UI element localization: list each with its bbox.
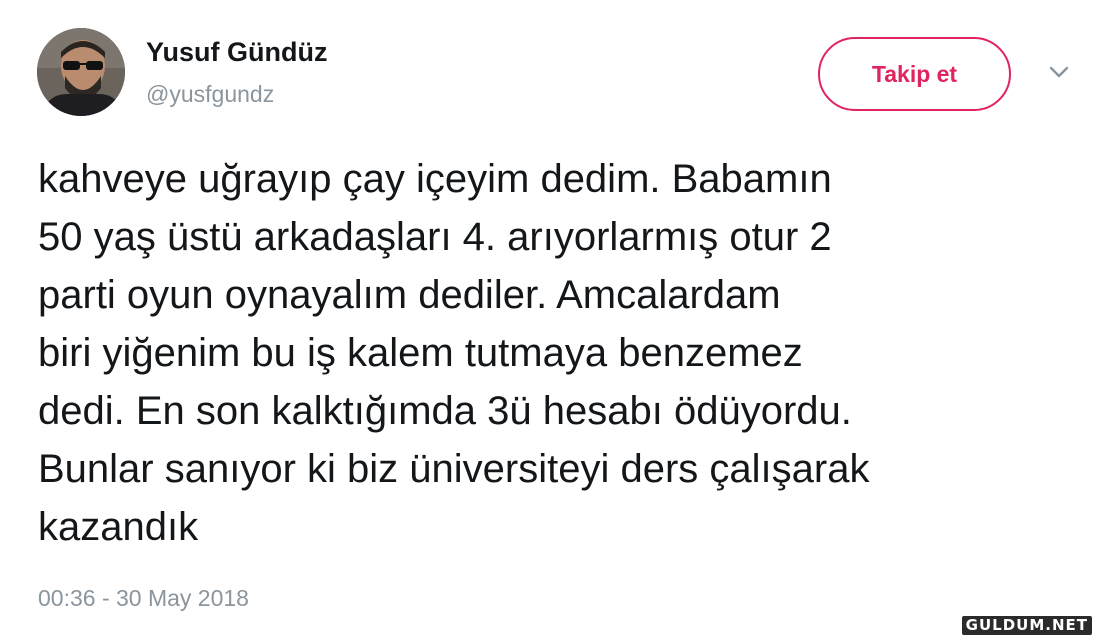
tweet-text-line: Bunlar sanıyor ki biz üniversiteyi ders …	[38, 447, 870, 491]
user-handle[interactable]: @yusfgundz	[146, 80, 274, 108]
avatar[interactable]	[37, 28, 125, 116]
tweet-text-line: biri yiğenim bu iş kalem tutmaya benzeme…	[38, 331, 803, 375]
tweet-card: Yusuf Gündüz @yusfgundz Takip et kahveye…	[0, 0, 1100, 637]
tweet-text-line: kahveye uğrayıp çay içeyim dedim. Babamı…	[38, 157, 832, 201]
tweet-text-line: 50 yaş üstü arkadaşları 4. arıyorlarmış …	[38, 215, 832, 259]
watermark: GULDUM.NET	[961, 616, 1092, 635]
follow-button[interactable]: Takip et	[818, 37, 1011, 111]
tweet-text-line: dedi. En son kalktığımda 3ü hesabı ödüyo…	[38, 389, 852, 433]
avatar-image	[37, 28, 125, 116]
tweet-timestamp[interactable]: 00:36 - 30 May 2018	[38, 583, 249, 613]
chevron-down-icon[interactable]	[1046, 62, 1072, 82]
tweet-text-line: kazandık	[38, 505, 199, 549]
tweet-text-line: parti oyun oynayalım dediler. Amcalardam	[38, 273, 781, 317]
tweet-text: kahveye uğrayıp çay içeyim dedim. Babamı…	[38, 150, 1068, 556]
display-name[interactable]: Yusuf Gündüz	[146, 36, 328, 68]
